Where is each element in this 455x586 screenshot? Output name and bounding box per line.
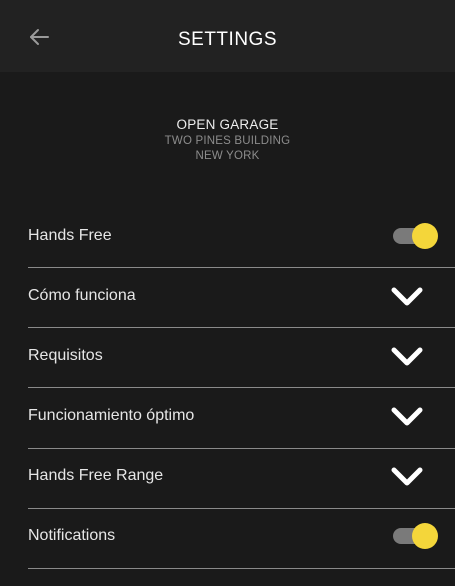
- chevron-down-icon[interactable]: [389, 465, 425, 489]
- settings-list: Hands Free Cómo funciona Requisitos Func…: [0, 206, 455, 569]
- settings-item-label: Hands Free: [28, 227, 112, 244]
- device-building: TWO PINES BUILDING: [164, 135, 291, 147]
- chevron-down-icon[interactable]: [389, 285, 425, 309]
- divider: [28, 327, 455, 328]
- settings-item-notifications[interactable]: Notifications: [0, 506, 455, 566]
- toggle-knob: [412, 223, 438, 249]
- settings-item-hands-free[interactable]: Hands Free: [0, 206, 455, 266]
- settings-item-label: Cómo funciona: [28, 287, 136, 304]
- divider: [28, 387, 455, 388]
- settings-item-label: Funcionamiento óptimo: [28, 407, 195, 424]
- divider: [28, 448, 455, 449]
- device-info: OPEN GARAGE TWO PINES BUILDING NEW YORK: [0, 116, 455, 164]
- settings-item-requisitos[interactable]: Requisitos: [0, 326, 455, 386]
- hands-free-toggle[interactable]: [393, 223, 438, 249]
- divider: [28, 568, 455, 569]
- divider: [28, 267, 455, 268]
- chevron-down-icon[interactable]: [389, 405, 425, 429]
- device-city: NEW YORK: [195, 150, 260, 162]
- divider: [28, 508, 455, 509]
- app-bar: SETTINGS: [0, 0, 455, 72]
- device-name: OPEN GARAGE: [176, 117, 279, 132]
- settings-item-label: Requisitos: [28, 347, 103, 364]
- settings-item-label: Notifications: [28, 527, 116, 544]
- settings-item-como-funciona[interactable]: Cómo funciona: [0, 266, 455, 326]
- settings-item-label: Hands Free Range: [28, 467, 164, 484]
- settings-screen: SETTINGS OPEN GARAGE TWO PINES BUILDING …: [0, 0, 455, 586]
- chevron-down-icon[interactable]: [389, 345, 425, 369]
- settings-item-hands-free-range[interactable]: Hands Free Range: [0, 446, 455, 506]
- settings-item-funcionamiento-optimo[interactable]: Funcionamiento óptimo: [0, 386, 455, 446]
- toggle-knob: [412, 523, 438, 549]
- page-title: SETTINGS: [177, 29, 277, 50]
- notifications-toggle[interactable]: [393, 523, 438, 549]
